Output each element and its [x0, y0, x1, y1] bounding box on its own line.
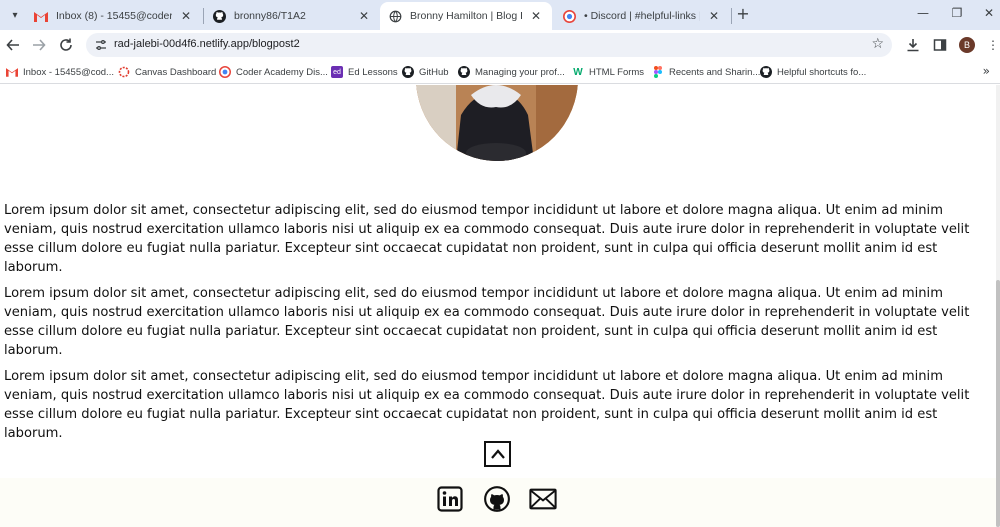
tab-github-repo[interactable]: bronny86/T1A2 ✕ [204, 2, 380, 30]
linkedin-icon[interactable] [436, 485, 464, 513]
download-icon[interactable] [905, 37, 921, 53]
tab-title: Inbox (8) - 15455@coderacademy.edu.au [56, 10, 172, 22]
footer [0, 478, 1000, 527]
scroll-to-top-button[interactable] [484, 441, 511, 467]
tab-search-icon[interactable]: ▾ [6, 6, 24, 24]
bookmark-label: Canvas Dashboard [135, 66, 217, 78]
minimize-icon[interactable]: — [906, 2, 940, 24]
tab-title: • Discord | #helpful-links | Coder Acade… [584, 10, 700, 22]
paragraph: Lorem ipsum dolor sit amet, consectetur … [4, 369, 970, 441]
close-icon[interactable]: ✕ [528, 8, 544, 24]
page-viewport: Lorem ipsum dolor sit amet, consectetur … [0, 85, 1000, 527]
canvas-icon [118, 66, 130, 78]
site-settings-icon[interactable] [94, 38, 108, 52]
bookmark-github[interactable]: GitHub [402, 64, 449, 80]
bookmarks-bar: Inbox - 15455@cod... Canvas Dashboard Co… [0, 60, 1000, 84]
url-text: rad-jalebi-00d4f6.netlify.app/blogpost2 [114, 38, 300, 50]
tab-title: Bronny Hamilton | Blog Post [410, 10, 522, 22]
bookmark-label: Coder Academy Dis... [236, 66, 328, 78]
w3schools-icon: W [573, 66, 583, 78]
github-icon [458, 66, 470, 78]
figma-icon [652, 66, 664, 78]
ed-icon: ed [331, 66, 343, 78]
paragraph: Lorem ipsum dolor sit amet, consectetur … [4, 203, 970, 275]
restore-icon[interactable]: ❐ [940, 2, 974, 24]
github-icon [212, 9, 226, 23]
chevron-double-right-icon[interactable]: » [983, 64, 990, 78]
github-icon [760, 66, 772, 78]
tab-title: bronny86/T1A2 [234, 10, 306, 22]
bookmark-ed-lessons[interactable]: ed Ed Lessons [331, 64, 398, 80]
chevron-up-icon [490, 449, 505, 459]
close-icon[interactable]: ✕ [178, 8, 194, 24]
bookmark-label: GitHub [419, 66, 449, 78]
close-icon[interactable]: ✕ [356, 8, 372, 24]
gmail-icon [6, 66, 18, 78]
new-tab-button[interactable]: + [734, 4, 752, 23]
bookmark-managing-profile[interactable]: Managing your prof... [458, 64, 565, 80]
bookmark-label: Ed Lessons [348, 66, 398, 78]
email-icon[interactable] [529, 485, 557, 513]
bookmark-coder-academy-discord[interactable]: Coder Academy Dis... [219, 64, 328, 80]
bookmark-html-forms[interactable]: W HTML Forms [572, 64, 644, 80]
tab-separator [731, 8, 732, 24]
discord-icon [219, 66, 231, 78]
address-bar[interactable]: rad-jalebi-00d4f6.netlify.app/blogpost2 … [86, 33, 892, 57]
bookmark-label: Helpful shortcuts fo... [777, 66, 867, 78]
gmail-icon [34, 9, 48, 23]
discord-icon [562, 9, 576, 23]
tab-discord[interactable]: • Discord | #helpful-links | Coder Acade… [554, 2, 730, 30]
reload-icon[interactable] [57, 36, 75, 54]
window-close-icon[interactable]: ✕ [972, 2, 1000, 24]
bookmark-label: HTML Forms [589, 66, 645, 78]
back-icon[interactable] [4, 36, 22, 54]
close-icon[interactable]: ✕ [706, 8, 722, 24]
kebab-menu-icon[interactable]: ⋮ [985, 37, 1000, 53]
bookmark-canvas[interactable]: Canvas Dashboard [118, 64, 216, 80]
bookmark-label: Recents and Sharin... [669, 66, 761, 78]
bookmark-gmail[interactable]: Inbox - 15455@cod... [6, 64, 114, 80]
bookmark-label: Inbox - 15455@cod... [23, 66, 114, 78]
github-icon [402, 66, 414, 78]
side-panel-icon[interactable] [932, 37, 948, 53]
paragraph: Lorem ipsum dolor sit amet, consectetur … [4, 286, 970, 358]
tab-strip: ▾ Inbox (8) - 15455@coderacademy.edu.au … [0, 0, 1000, 30]
github-icon[interactable] [483, 485, 511, 513]
tab-blog-post[interactable]: Bronny Hamilton | Blog Post ✕ [380, 2, 552, 30]
browser-toolbar: rad-jalebi-00d4f6.netlify.app/blogpost2 … [0, 30, 1000, 60]
bookmark-star-icon[interactable]: ☆ [871, 36, 884, 52]
tab-gmail[interactable]: Inbox (8) - 15455@coderacademy.edu.au ✕ [26, 2, 202, 30]
globe-icon [388, 9, 402, 23]
forward-icon[interactable] [30, 36, 48, 54]
scrollbar[interactable] [996, 85, 1000, 527]
bookmark-figma-recents[interactable]: Recents and Sharin... [652, 64, 760, 80]
bookmark-label: Managing your prof... [475, 66, 565, 78]
bookmark-helpful-shortcuts[interactable]: Helpful shortcuts fo... [760, 64, 866, 80]
profile-avatar[interactable]: B [959, 37, 975, 53]
profile-photo [416, 85, 578, 161]
scrollbar-thumb[interactable] [996, 280, 1000, 527]
